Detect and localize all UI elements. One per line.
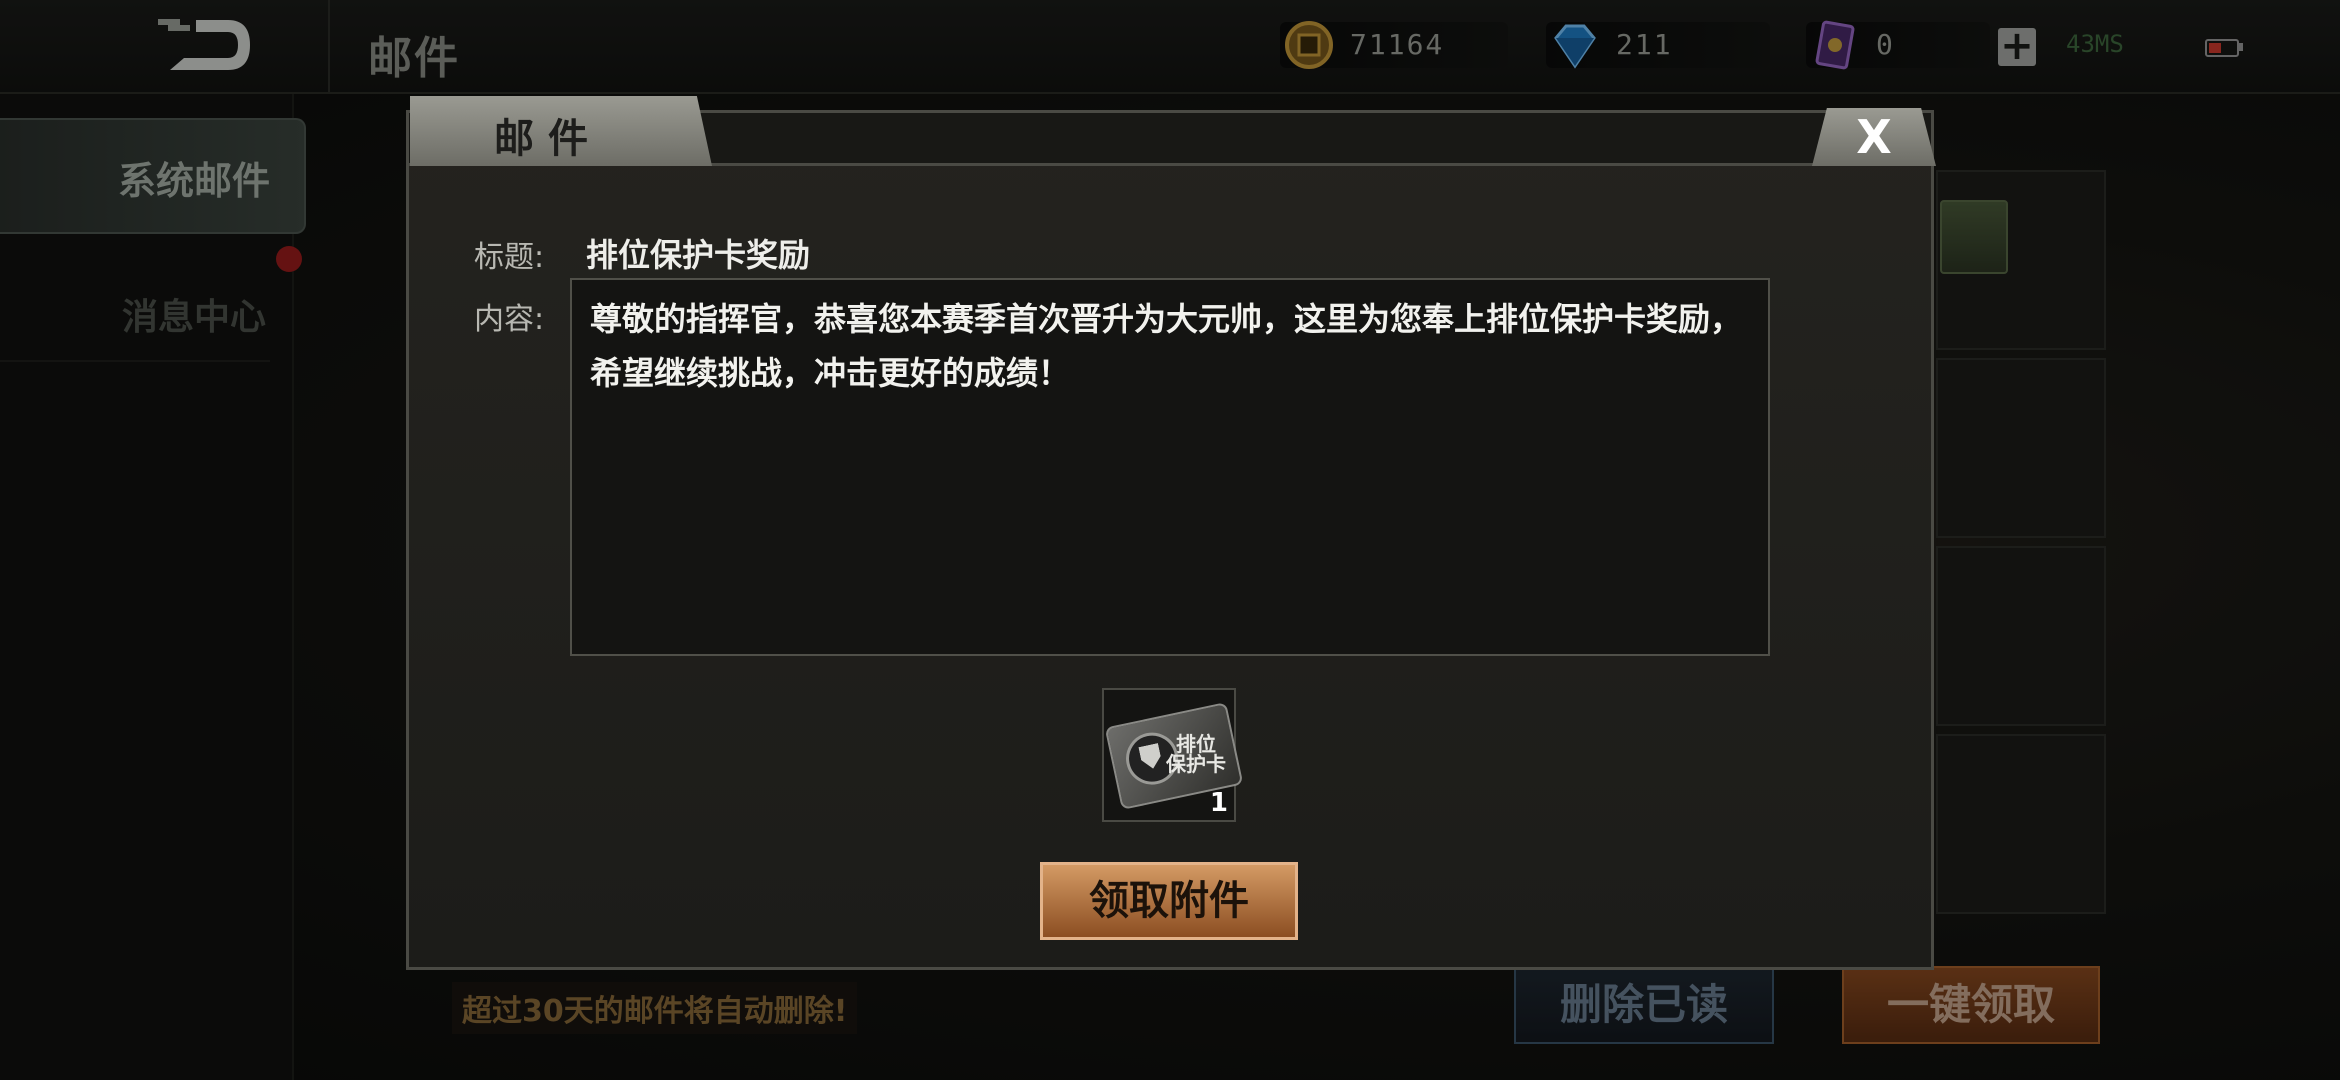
mail-content-label: 内容: [474,302,545,337]
close-icon: X [1856,110,1892,164]
close-button[interactable]: X [1812,108,1936,166]
mail-content-text: 尊敬的指挥官，恭喜您本赛季首次晋升为大元帅，这里为您奉上排位保护卡奖励，希望继续… [590,300,1743,392]
mail-title-label: 标题: [474,240,545,275]
mail-dialog-tab-label: 邮件 [494,116,602,162]
mail-dialog-tab: 邮件 [410,96,712,166]
claim-attachment-button[interactable]: 领取附件 [1040,862,1298,940]
attachment-count: 1 [1209,788,1228,818]
mail-title: 排位保护卡奖励 [586,236,811,274]
attachment-item[interactable]: 排位 保护卡 1 [1102,688,1244,822]
attachment-name: 排位 保护卡 [1166,732,1226,776]
claim-attachment-label: 领取附件 [1089,878,1249,924]
